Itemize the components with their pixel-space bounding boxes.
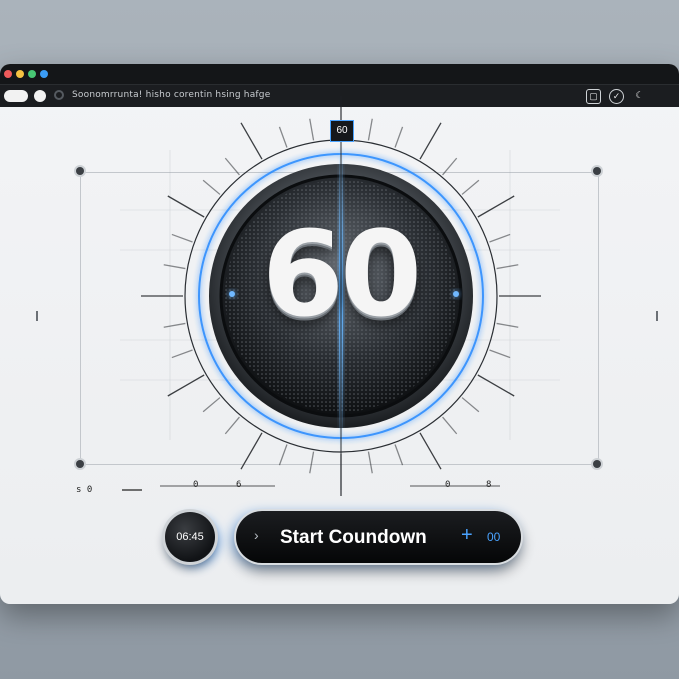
frame-line-top — [80, 172, 598, 173]
corner-dot-bottom-right — [593, 460, 601, 468]
corner-dot-top-left — [76, 167, 84, 175]
back-pill[interactable] — [4, 90, 28, 102]
check-circle-icon[interactable]: ✓ — [609, 89, 624, 104]
corner-dot-top-right — [593, 167, 601, 175]
timer-chip[interactable]: 06:45 — [165, 512, 215, 562]
scale-label-mid-2: 6 — [236, 480, 242, 490]
frame-line-left — [80, 172, 81, 464]
start-button-label: Start Coundown — [280, 527, 427, 548]
close-window-button[interactable] — [4, 70, 12, 78]
chevron-right-icon: › — [254, 527, 259, 543]
extra-window-button[interactable] — [40, 70, 48, 78]
plus-icon[interactable]: + — [461, 524, 473, 547]
address-bar[interactable]: Soonomrrunta! hisho corentin hsing hafge — [72, 90, 270, 100]
scale-label-left: s 0 — [76, 485, 93, 495]
corner-dot-bottom-left — [76, 460, 84, 468]
browser-toolbar: Soonomrrunta! hisho corentin hsing hafge… — [0, 85, 679, 107]
frame-line-bottom — [80, 464, 598, 465]
scale-label-mid-1: 0 — [193, 480, 199, 490]
scale-label-right-1: 0 — [445, 480, 451, 490]
countdown-value: 60 — [261, 205, 422, 343]
top-value-badge: 60 — [330, 120, 354, 142]
side-tick-right — [656, 311, 658, 321]
start-button-count: 00 — [487, 530, 501, 544]
frame-line-right — [598, 172, 599, 464]
scale-label-right-2: 8 — [486, 480, 492, 490]
side-tick-left — [36, 311, 38, 321]
title-bar — [0, 64, 679, 85]
maximize-window-button[interactable] — [28, 70, 36, 78]
forward-pill[interactable] — [34, 90, 46, 102]
moon-icon[interactable]: ☾ — [633, 89, 646, 102]
reload-icon[interactable] — [54, 90, 64, 100]
minimize-window-button[interactable] — [16, 70, 24, 78]
start-countdown-button[interactable]: › Start Coundown + 00 — [236, 511, 521, 563]
image-icon[interactable]: ▢ — [586, 89, 601, 104]
